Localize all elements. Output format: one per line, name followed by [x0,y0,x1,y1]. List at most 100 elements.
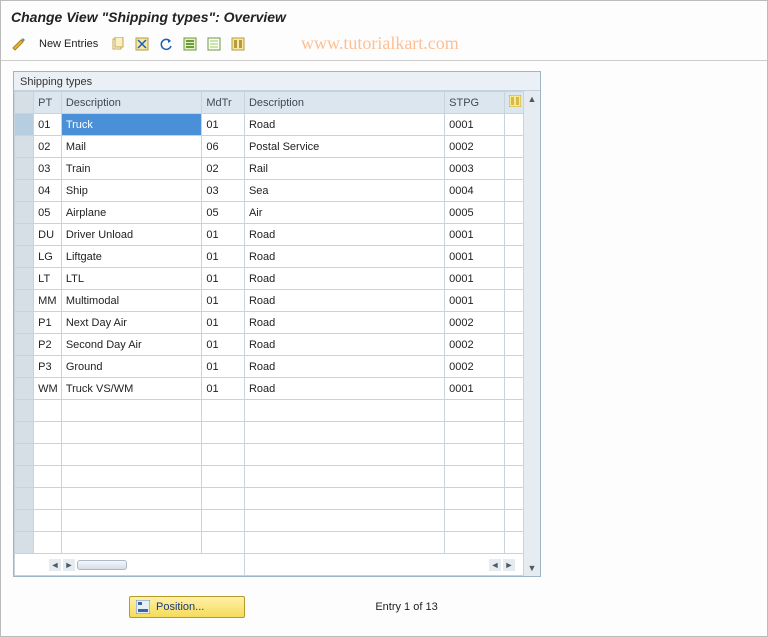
row-handle[interactable] [15,422,34,444]
cell-stpg[interactable]: 0001 [445,378,505,400]
copy-icon[interactable] [108,34,128,54]
cell-desc[interactable]: Ship [61,180,202,202]
table-row[interactable]: 01Truck01Road0001 [15,114,524,136]
h-scroll-thumb[interactable] [77,560,127,570]
cell-empty[interactable] [504,422,523,444]
cell-empty[interactable] [244,532,444,554]
cell-empty[interactable] [34,510,62,532]
configure-columns-icon[interactable] [504,92,523,114]
cell-pt[interactable]: 03 [34,158,62,180]
cell-empty[interactable] [445,466,505,488]
table-row[interactable]: 04Ship03Sea0004 [15,180,524,202]
row-handle[interactable] [15,180,34,202]
cell-empty[interactable] [445,444,505,466]
cell-stpg[interactable]: 0002 [445,312,505,334]
select-all-icon[interactable] [180,34,200,54]
cell-empty[interactable] [202,444,245,466]
cell-desc2[interactable]: Road [244,224,444,246]
row-handle[interactable] [15,466,34,488]
cell-empty[interactable] [34,422,62,444]
cell-stpg[interactable]: 0001 [445,268,505,290]
row-handle[interactable] [15,268,34,290]
table-row[interactable]: 02Mail06Postal Service0002 [15,136,524,158]
cell-empty[interactable] [202,400,245,422]
cell-empty[interactable] [244,488,444,510]
table-row[interactable]: P3Ground01Road0002 [15,356,524,378]
cell-empty[interactable] [61,488,202,510]
table-row[interactable]: MMMultimodal01Road0001 [15,290,524,312]
delete-icon[interactable] [132,34,152,54]
cell-desc2[interactable]: Air [244,202,444,224]
cell-desc[interactable]: Multimodal [61,290,202,312]
cell-mdtr[interactable]: 02 [202,158,245,180]
cell-desc2[interactable]: Road [244,334,444,356]
cell-empty[interactable] [34,488,62,510]
cell-desc2[interactable]: Road [244,378,444,400]
cell-empty[interactable] [445,422,505,444]
cell-desc[interactable]: Airplane [61,202,202,224]
table-row-empty[interactable] [15,400,524,422]
new-entries-button[interactable]: New Entries [33,34,104,54]
row-handle[interactable] [15,136,34,158]
cell-desc2[interactable]: Road [244,268,444,290]
row-handle[interactable] [15,202,34,224]
cell-empty[interactable] [244,422,444,444]
cell-desc2[interactable]: Postal Service [244,136,444,158]
cell-mdtr[interactable]: 01 [202,114,245,136]
cell-mdtr[interactable]: 06 [202,136,245,158]
cell-pt[interactable]: LT [34,268,62,290]
v-scroll-track[interactable] [524,107,540,560]
row-handle[interactable] [15,114,34,136]
cell-pt[interactable]: 05 [34,202,62,224]
cell-desc[interactable]: Second Day Air [61,334,202,356]
cell-mdtr[interactable]: 01 [202,290,245,312]
cell-mdtr[interactable]: 01 [202,356,245,378]
undo-icon[interactable] [156,34,176,54]
cell-pt[interactable]: P1 [34,312,62,334]
table-row-empty[interactable] [15,532,524,554]
cell-empty[interactable] [504,488,523,510]
table-row[interactable]: DUDriver Unload01Road0001 [15,224,524,246]
cell-stpg[interactable]: 0001 [445,114,505,136]
position-button[interactable]: Position... [129,596,245,618]
cell-desc[interactable]: LTL [61,268,202,290]
cell-pt[interactable]: WM [34,378,62,400]
col-mdtr[interactable]: MdTr [202,92,245,114]
col-description-2[interactable]: Description [244,92,444,114]
v-scroll-up-icon[interactable]: ▲ [524,91,540,107]
cell-pt[interactable]: MM [34,290,62,312]
cell-mdtr[interactable]: 01 [202,334,245,356]
cell-empty[interactable] [445,488,505,510]
cell-mdtr[interactable]: 01 [202,224,245,246]
row-handle[interactable] [15,444,34,466]
deselect-all-icon[interactable] [204,34,224,54]
table-row[interactable]: LGLiftgate01Road0001 [15,246,524,268]
cell-empty[interactable] [61,466,202,488]
row-handle[interactable] [15,246,34,268]
cell-desc2[interactable]: Sea [244,180,444,202]
cell-empty[interactable] [34,400,62,422]
cell-empty[interactable] [445,532,505,554]
cell-mdtr[interactable]: 01 [202,378,245,400]
cell-mdtr[interactable]: 01 [202,268,245,290]
cell-empty[interactable] [504,466,523,488]
row-handle[interactable] [15,510,34,532]
cell-empty[interactable] [504,532,523,554]
cell-pt[interactable]: P2 [34,334,62,356]
row-handle[interactable] [15,224,34,246]
cell-pt[interactable]: 01 [34,114,62,136]
table-row[interactable]: WMTruck VS/WM01Road0001 [15,378,524,400]
cell-empty[interactable] [244,466,444,488]
cell-stpg[interactable]: 0001 [445,246,505,268]
cell-empty[interactable] [202,510,245,532]
cell-empty[interactable] [445,400,505,422]
cell-pt[interactable]: 04 [34,180,62,202]
cell-desc2[interactable]: Road [244,290,444,312]
table-row[interactable]: 05Airplane05Air0005 [15,202,524,224]
cell-desc[interactable]: Ground [61,356,202,378]
cell-empty[interactable] [244,400,444,422]
table-row-empty[interactable] [15,510,524,532]
cell-mdtr[interactable]: 03 [202,180,245,202]
row-handle[interactable] [15,334,34,356]
row-handle[interactable] [15,488,34,510]
